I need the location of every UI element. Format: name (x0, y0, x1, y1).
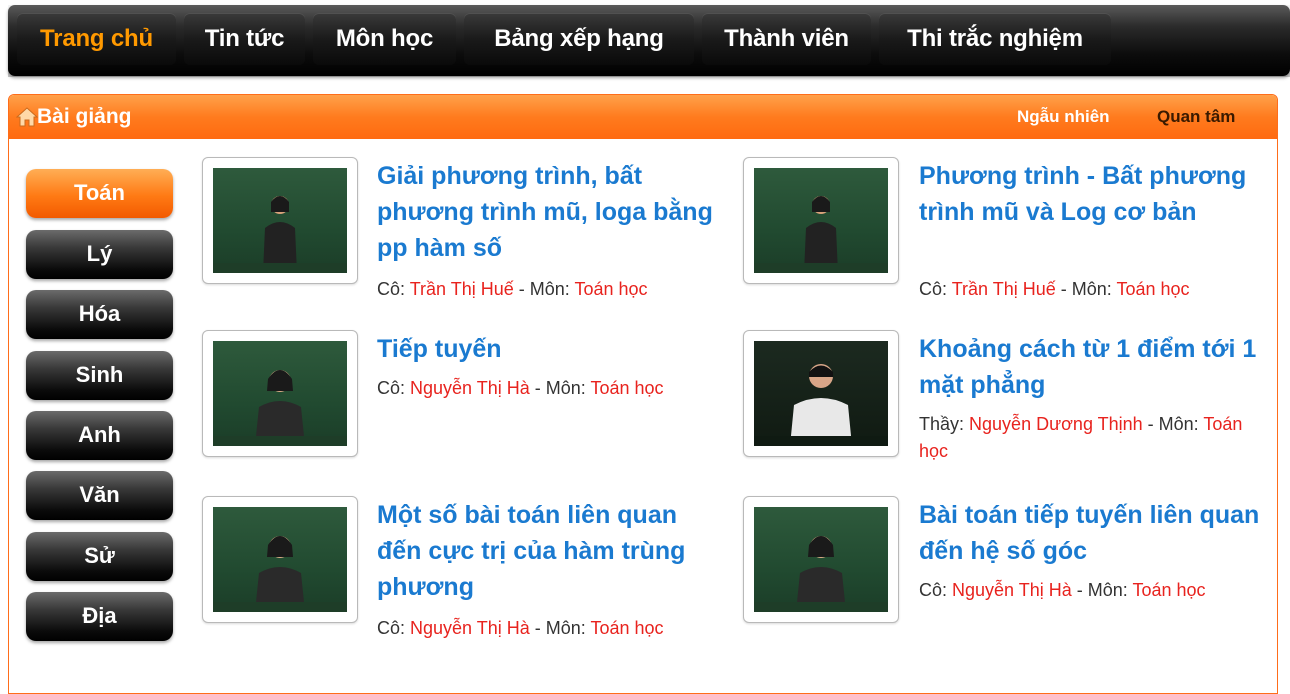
lesson-meta: Cô: Nguyễn Thị Hà - Môn: Toán học (377, 378, 664, 398)
video-thumbnail-image (754, 341, 888, 446)
subject-physics[interactable]: Lý (26, 230, 173, 279)
subject-biology[interactable]: Sinh (26, 351, 173, 400)
lesson-title[interactable]: Bài toán tiếp tuyến liên quan đến hệ số … (919, 497, 1264, 569)
teacher-link[interactable]: Nguyễn Thị Hà (410, 618, 530, 638)
home-icon (16, 107, 38, 127)
panel-title: Bài giảng (37, 105, 132, 128)
nav-members[interactable]: Thành viên (702, 13, 871, 65)
lesson-thumbnail[interactable] (202, 496, 358, 623)
lesson-title[interactable]: Giải phương trình, bất phương trình mũ, … (377, 158, 722, 266)
lesson-title[interactable]: Phương trình - Bất phương trình mũ và Lo… (919, 158, 1264, 230)
lesson-title[interactable]: Một số bài toán liên quan đến cực trị củ… (377, 497, 722, 605)
subject-geography[interactable]: Địa (26, 592, 173, 641)
subject-english[interactable]: Anh (26, 411, 173, 460)
subject-link[interactable]: Toán học (574, 279, 647, 299)
lesson-thumbnail[interactable] (743, 157, 899, 284)
lesson-meta: Thầy: Nguyễn Dương Thịnh - Môn: Toán học (919, 414, 1243, 461)
subject-link[interactable]: Toán học (1116, 279, 1189, 299)
lecture-panel: Bài giảng Ngẫu nhiên Quan tâm Toán Lý Hó… (8, 94, 1278, 694)
video-thumbnail-image (213, 507, 347, 612)
subject-literature[interactable]: Văn (26, 471, 173, 520)
lesson-title[interactable]: Khoảng cách từ 1 điểm tới 1 mặt phẳng (919, 331, 1264, 403)
teacher-link[interactable]: Nguyễn Dương Thịnh (969, 414, 1143, 434)
interest-link[interactable]: Quan tâm (1157, 107, 1235, 127)
lesson-meta: Cô: Trần Thị Huế - Môn: Toán học (919, 279, 1190, 299)
top-navigation: Trang chủ Tin tức Môn học Bảng xếp hạng … (8, 5, 1290, 77)
nav-news[interactable]: Tin tức (184, 13, 305, 65)
nav-bar: Trang chủ Tin tức Môn học Bảng xếp hạng … (8, 5, 1290, 76)
teacher-link[interactable]: Trần Thị Huế (410, 279, 514, 299)
lesson-thumbnail[interactable] (202, 330, 358, 457)
video-thumbnail-image (754, 168, 888, 273)
lesson-thumbnail[interactable] (743, 496, 899, 623)
lesson-title[interactable]: Tiếp tuyến (377, 331, 722, 367)
video-thumbnail-image (213, 168, 347, 273)
subject-link[interactable]: Toán học (1132, 580, 1205, 600)
lesson-meta: Cô: Nguyễn Thị Hà - Môn: Toán học (377, 618, 664, 638)
subject-link[interactable]: Toán học (590, 618, 663, 638)
lesson-meta: Cô: Trần Thị Huế - Môn: Toán học (377, 279, 648, 299)
video-thumbnail-image (754, 507, 888, 612)
subject-math[interactable]: Toán (26, 169, 173, 218)
lesson-thumbnail[interactable] (743, 330, 899, 457)
teacher-link[interactable]: Nguyễn Thị Hà (410, 378, 530, 398)
lesson-meta: Cô: Nguyễn Thị Hà - Môn: Toán học (919, 580, 1206, 600)
lesson-thumbnail[interactable] (202, 157, 358, 284)
nav-subjects[interactable]: Môn học (313, 13, 456, 65)
nav-home[interactable]: Trang chủ (17, 13, 176, 65)
nav-ranking[interactable]: Bảng xếp hạng (464, 13, 694, 65)
panel-header: Bài giảng Ngẫu nhiên Quan tâm (9, 95, 1277, 139)
teacher-link[interactable]: Trần Thị Huế (952, 279, 1056, 299)
subject-chemistry[interactable]: Hóa (26, 290, 173, 339)
nav-quiz[interactable]: Thi trắc nghiệm (879, 13, 1111, 65)
subject-history[interactable]: Sử (26, 532, 173, 581)
teacher-link[interactable]: Nguyễn Thị Hà (952, 580, 1072, 600)
random-link[interactable]: Ngẫu nhiên (1017, 107, 1110, 127)
video-thumbnail-image (213, 341, 347, 446)
subject-link[interactable]: Toán học (590, 378, 663, 398)
